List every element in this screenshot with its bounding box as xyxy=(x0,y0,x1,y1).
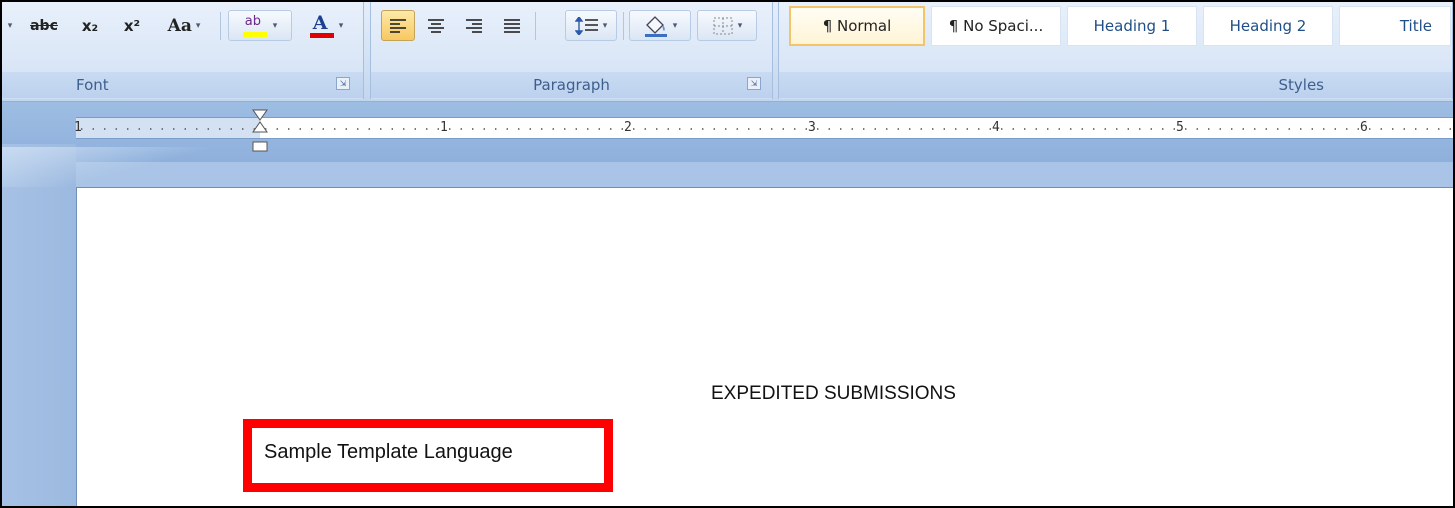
ruler-number: 5 xyxy=(1176,120,1184,135)
style-heading-1[interactable]: Heading 1 xyxy=(1067,6,1197,46)
dialog-launcher-icon[interactable]: ⇲ xyxy=(336,77,350,90)
ruler-band: 1 1 2 3 4 5 6 xyxy=(2,102,1453,162)
ruler-number: 6 xyxy=(1360,120,1368,135)
font-group-label: Font xyxy=(2,72,363,98)
style-heading-2[interactable]: Heading 2 xyxy=(1203,6,1333,46)
dropdown-arrow-icon: ▾ xyxy=(7,20,13,31)
borders-icon xyxy=(713,17,733,34)
ruler-ticks xyxy=(76,128,1453,130)
align-left-button[interactable] xyxy=(381,10,415,41)
style-no-spacing[interactable]: ¶ No Spaci... xyxy=(931,6,1061,46)
justify-icon xyxy=(504,18,520,33)
ruler-number: 1 xyxy=(440,120,448,135)
style-title[interactable]: Title xyxy=(1339,6,1451,46)
dropdown-arrow-icon: ▾ xyxy=(195,20,201,31)
separator xyxy=(623,12,624,40)
justify-button[interactable] xyxy=(495,10,529,41)
align-center-button[interactable] xyxy=(419,10,453,41)
ribbon: ▾ abc x₂ x² Aa ▾ ab ▾ A ▾ Font ⇲ ▾ ▾ ▾ P… xyxy=(2,2,1453,102)
ruler-number: 4 xyxy=(992,120,1000,135)
font-color-icon: A xyxy=(309,11,335,39)
ruler-number: 2 xyxy=(624,120,632,135)
indent-marker-icon[interactable] xyxy=(252,108,268,152)
style-normal-label: ¶ Normal xyxy=(822,17,892,35)
left-workspace xyxy=(2,144,76,506)
dropdown-arrow-icon: ▾ xyxy=(672,20,678,31)
style-heading-1-label: Heading 1 xyxy=(1093,17,1171,35)
document-line-sample-template: Sample Template Language xyxy=(264,441,513,463)
paragraph-group: ▾ ▾ ▾ Paragraph ⇲ xyxy=(370,2,773,99)
font-color-label: A xyxy=(312,11,328,34)
dropdown-arrow-icon: ▾ xyxy=(737,20,743,31)
horizontal-ruler[interactable]: 1 1 2 3 4 5 6 xyxy=(74,117,1453,139)
dialog-launcher-icon[interactable]: ⇲ xyxy=(747,77,761,90)
separator xyxy=(535,12,536,40)
strikethrough-icon: abc xyxy=(30,17,58,34)
dropdown-arrow-icon: ▾ xyxy=(338,20,344,31)
change-case-button[interactable]: Aa ▾ xyxy=(154,10,214,41)
styles-group: ¶ Normal ¶ No Spaci... Heading 1 Heading… xyxy=(778,2,1453,99)
page-corner-shade xyxy=(2,147,212,187)
superscript-button[interactable]: x² xyxy=(112,10,152,41)
line-spacing-button[interactable]: ▾ xyxy=(565,10,617,41)
highlight-label: ab xyxy=(244,13,261,29)
document-page[interactable]: EXPEDITED SUBMISSIONS Sample Template La… xyxy=(76,187,1453,506)
line-spacing-icon xyxy=(574,16,598,35)
style-title-label: Title xyxy=(1399,17,1432,35)
align-right-button[interactable] xyxy=(457,10,491,41)
align-left-icon xyxy=(390,18,406,33)
paragraph-group-label: Paragraph xyxy=(371,72,772,98)
borders-button[interactable]: ▾ xyxy=(697,10,757,41)
highlighter-icon: ab xyxy=(242,13,269,38)
change-case-icon: Aa xyxy=(167,15,192,36)
styles-group-label: Styles xyxy=(779,72,1452,98)
subscript-button[interactable]: x₂ xyxy=(70,10,110,41)
font-size-dropdown[interactable]: ▾ xyxy=(4,10,16,41)
align-center-icon xyxy=(428,18,444,33)
style-heading-2-label: Heading 2 xyxy=(1229,17,1307,35)
superscript-icon: x² xyxy=(123,16,141,35)
font-color-button[interactable]: A ▾ xyxy=(294,10,358,41)
align-right-icon xyxy=(466,18,482,33)
style-no-spacing-label: ¶ No Spaci... xyxy=(948,17,1044,35)
dropdown-arrow-icon: ▾ xyxy=(602,20,608,31)
font-group: ▾ abc x₂ x² Aa ▾ ab ▾ A ▾ Font ⇲ xyxy=(2,2,364,99)
style-normal[interactable]: ¶ Normal xyxy=(789,6,925,46)
text-highlight-button[interactable]: ab ▾ xyxy=(228,10,292,41)
subscript-icon: x₂ xyxy=(81,16,99,35)
dropdown-arrow-icon: ▾ xyxy=(272,20,278,31)
strikethrough-button[interactable]: abc xyxy=(20,10,68,41)
ruler-number: 3 xyxy=(808,120,816,135)
document-heading: EXPEDITED SUBMISSIONS xyxy=(711,383,956,404)
shading-button[interactable]: ▾ xyxy=(629,10,691,41)
shading-icon xyxy=(644,15,667,37)
separator xyxy=(220,12,221,40)
ruler-number: 1 xyxy=(74,120,82,135)
